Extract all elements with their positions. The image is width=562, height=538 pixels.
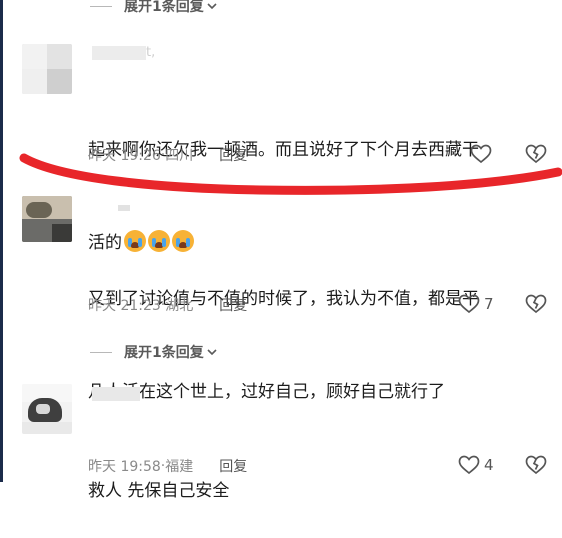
heart-icon [458, 455, 480, 475]
chevron-down-icon [207, 349, 217, 356]
broken-heart-icon [525, 294, 547, 314]
red-annotation-stroke [19, 153, 562, 195]
reply-button[interactable]: 回复 [219, 456, 247, 476]
dislike-button[interactable] [525, 455, 547, 475]
comment-meta: 昨天 21:23 · 湖北 回复 [88, 295, 247, 315]
dislike-button[interactable] [525, 294, 547, 314]
avatar[interactable] [22, 196, 72, 242]
expand-replies-label: 展开1条回复 [124, 345, 204, 361]
comment-line: 救人 先保自己安全 [88, 481, 230, 501]
comment-meta: 昨天 19:58 · 福建 回复 [88, 456, 247, 476]
divider-dash [90, 351, 112, 353]
timestamp: 昨天 21:23 [88, 298, 161, 314]
location: 福建 [165, 459, 194, 475]
broken-heart-icon [525, 455, 547, 475]
like-count: 7 [484, 295, 494, 313]
like-button[interactable]: 4 [458, 455, 494, 475]
timestamp: 昨天 19:58 [88, 459, 161, 475]
comment-text: 救人 先保自己安全 [88, 414, 229, 538]
expand-replies-button[interactable]: 展开1条回复 [90, 342, 217, 362]
username-blurred[interactable] [92, 387, 140, 401]
location: 湖北 [165, 298, 194, 314]
comment-text: 又到了讨论值与不值的时候了，我认为不值，都是平 凡人活在这个世上，过好自己，顾好… [88, 222, 479, 439]
reply-button[interactable]: 回复 [219, 295, 247, 315]
username-blurred[interactable] [118, 205, 130, 211]
like-button[interactable]: 7 [458, 294, 494, 314]
avatar[interactable] [22, 384, 72, 434]
comment-line: 凡人活在这个世上，过好自己，顾好自己就行了 [88, 382, 445, 402]
like-count: 4 [484, 456, 494, 474]
heart-icon [458, 294, 480, 314]
